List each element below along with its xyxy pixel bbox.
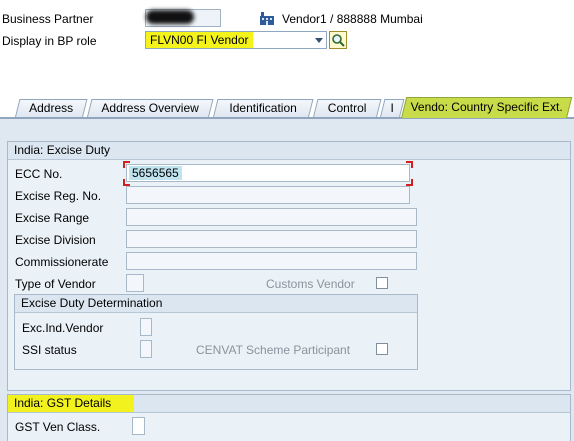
- tab-identification[interactable]: Identification: [213, 99, 314, 117]
- customs-vendor-checkbox[interactable]: [376, 277, 388, 289]
- excise-determination-title: Excise Duty Determination: [15, 295, 417, 313]
- tab-label: Address Overview: [101, 101, 199, 115]
- focus-corner: [123, 179, 130, 186]
- gst-title-bar: [134, 395, 570, 413]
- ecc-label: ECC No.: [15, 167, 63, 181]
- chevron-down-icon[interactable]: [315, 38, 323, 43]
- exc-ind-vendor-input[interactable]: [140, 318, 152, 336]
- role-details-button[interactable]: [329, 31, 347, 49]
- vendor-building-icon: [260, 12, 274, 25]
- ecc-input[interactable]: 5656565: [126, 164, 410, 182]
- business-partner-label: Business Partner: [2, 12, 94, 26]
- ssi-status-label: SSI status: [22, 343, 77, 357]
- focus-corner: [123, 161, 130, 168]
- tab-country-specific[interactable]: Vendo: Country Specific Ext.: [401, 97, 573, 118]
- gst-class-label: GST Ven Class.: [15, 420, 101, 434]
- excise-reg-label: Excise Reg. No.: [15, 189, 102, 203]
- focus-corner: [406, 161, 413, 168]
- ssi-status-input[interactable]: [140, 340, 152, 358]
- gst-details-title: India: GST Details: [8, 395, 134, 413]
- excise-division-label: Excise Division: [15, 233, 96, 247]
- bp-role-select[interactable]: FLVN00 FI Vendor: [145, 31, 327, 49]
- ecc-value: 5656565: [129, 166, 182, 180]
- magnifier-icon: [332, 34, 345, 47]
- tab-strip: Address Address Overview Identification …: [0, 97, 574, 118]
- type-of-vendor-label: Type of Vendor: [15, 277, 96, 291]
- gst-class-input[interactable]: [132, 417, 145, 435]
- excise-division-input[interactable]: [126, 230, 417, 248]
- customs-vendor-label: Customs Vendor: [266, 277, 355, 291]
- excise-range-label: Excise Range: [15, 211, 90, 225]
- tab-label: Vendo: Country Specific Ext.: [410, 100, 563, 114]
- tab-address[interactable]: Address: [15, 99, 88, 117]
- excise-duty-title: India: Excise Duty: [8, 142, 570, 160]
- type-of-vendor-input[interactable]: [126, 274, 144, 292]
- vendor-title: Vendor1 / 888888 Mumbai: [282, 12, 423, 26]
- redacted-partner-number: [146, 10, 194, 24]
- tab-label: Address: [29, 101, 74, 115]
- cenvat-checkbox[interactable]: [376, 343, 388, 355]
- tab-address-overview[interactable]: Address Overview: [87, 99, 214, 117]
- display-role-label: Display in BP role: [2, 34, 97, 48]
- tab-label: I: [390, 101, 394, 115]
- exc-ind-vendor-label: Exc.Ind.Vendor: [22, 321, 104, 335]
- tab-content: India: Excise Duty ECC No. 5656565 Excis…: [0, 119, 574, 441]
- commissionerate-label: Commissionerate: [15, 255, 109, 269]
- excise-range-input[interactable]: [126, 208, 417, 226]
- focus-corner: [406, 179, 413, 186]
- bp-role-value: FLVN00 FI Vendor: [146, 32, 253, 48]
- cenvat-label: CENVAT Scheme Participant: [196, 343, 351, 357]
- excise-reg-input[interactable]: [126, 186, 410, 204]
- tab-control[interactable]: Control: [313, 99, 382, 117]
- commissionerate-input[interactable]: [126, 252, 417, 270]
- tab-label: Control: [327, 101, 367, 115]
- tab-label: Identification: [229, 101, 297, 115]
